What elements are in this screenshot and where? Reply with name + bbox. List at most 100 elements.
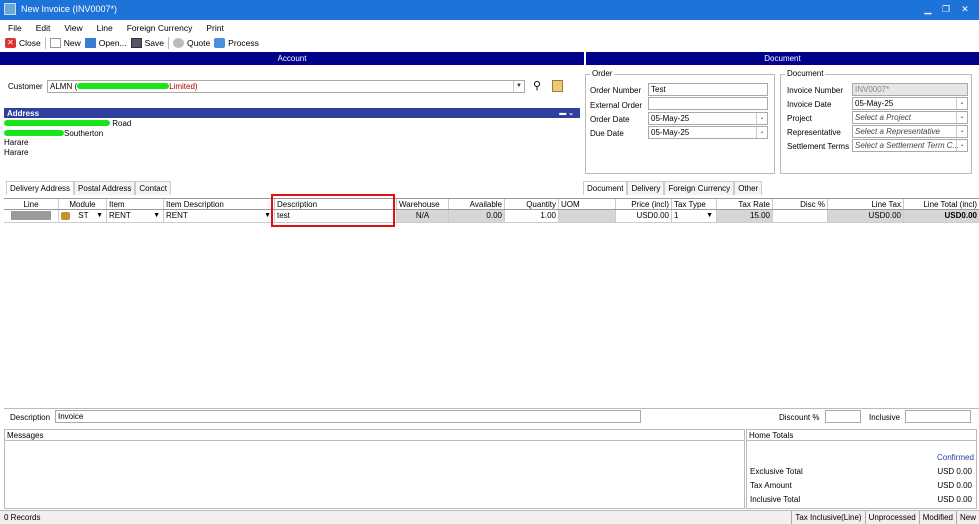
col-uom[interactable]: UOM [559, 199, 616, 209]
inclusive-total-label: Inclusive Total [750, 495, 801, 504]
customer-input[interactable]: ALMN (Limited) ▼ [47, 80, 525, 93]
table-row[interactable]: ST ▼ RENT ▼ RENT ▼ test N/A 0.00 1.00 US… [4, 210, 979, 223]
tab-other[interactable]: Other [734, 181, 763, 195]
exclusive-total-label: Exclusive Total [750, 467, 803, 476]
save-icon [130, 38, 142, 48]
messages-panel: Messages [4, 429, 745, 509]
cell-price[interactable]: USD0.00 [616, 210, 672, 222]
menu-foreign-currency[interactable]: Foreign Currency [127, 23, 193, 33]
representative-select[interactable]: Select a Representative ⌄ [852, 125, 968, 138]
col-line-total[interactable]: Line Total (incl) [904, 199, 979, 209]
col-module[interactable]: Module [59, 199, 107, 209]
records-count: 0 Records [4, 513, 41, 522]
customer-label: Customer [8, 82, 43, 91]
col-line-tax[interactable]: Line Tax [828, 199, 904, 209]
chevron-down-icon[interactable]: ⌄ [956, 140, 967, 151]
cell-line [4, 210, 59, 222]
save-button[interactable]: Save [130, 38, 168, 48]
close-icon: ✕ [5, 38, 16, 48]
col-item-description[interactable]: Item Description [164, 199, 275, 209]
search-icon[interactable]: ⚲ [533, 80, 545, 92]
redacted-mask [77, 83, 170, 89]
chevron-down-icon[interactable]: ⌄ [956, 112, 967, 123]
footer-description-label: Description [10, 413, 51, 422]
cell-uom [559, 210, 616, 222]
footer-description-input[interactable]: Invoice [55, 410, 641, 423]
discount-label: Discount % [779, 413, 820, 422]
col-quantity[interactable]: Quantity [505, 199, 559, 209]
external-order-input[interactable] [648, 97, 768, 110]
cell-module[interactable]: ST ▼ [59, 210, 107, 222]
col-description[interactable]: Description [275, 199, 397, 209]
toolbar-separator [168, 37, 170, 49]
due-date-input[interactable]: 05-May-25 ⌄ [648, 126, 768, 139]
chevron-down-icon[interactable]: ▼ [96, 211, 103, 221]
chevron-down-icon[interactable]: ▼ [706, 211, 713, 221]
menu-edit[interactable]: Edit [36, 23, 51, 33]
open-button[interactable]: Open... [84, 38, 131, 48]
cell-tax-type[interactable]: 1 ▼ [672, 210, 717, 222]
settlement-terms-select[interactable]: Select a Settlement Term C... ⌄ [852, 139, 968, 152]
chevron-down-icon[interactable]: ▼ [264, 211, 271, 221]
tab-contact[interactable]: Contact [135, 181, 171, 195]
module-icon [61, 211, 70, 220]
chevron-down-icon[interactable]: ⌄ [956, 126, 967, 137]
col-price[interactable]: Price (incl) [616, 199, 672, 209]
tab-delivery[interactable]: Delivery [627, 181, 665, 195]
new-button[interactable]: New [49, 38, 85, 48]
cell-item[interactable]: RENT ▼ [107, 210, 164, 222]
document-group-title: Document [785, 69, 826, 78]
close-button[interactable]: ✕ Close [5, 38, 45, 48]
col-tax-type[interactable]: Tax Type [672, 199, 717, 209]
tab-delivery-address[interactable]: Delivery Address [6, 181, 75, 195]
restore-icon[interactable]: ❐ [938, 3, 954, 16]
redacted-mask [4, 120, 110, 126]
account-section-bar: Account [0, 52, 584, 65]
quote-icon [173, 38, 185, 48]
menu-file[interactable]: File [8, 23, 22, 33]
chevron-down-icon[interactable]: ▼ [153, 211, 160, 221]
menu-print[interactable]: Print [206, 23, 223, 33]
discount-input[interactable] [825, 410, 861, 423]
col-item[interactable]: Item [107, 199, 164, 209]
col-warehouse[interactable]: Warehouse [397, 199, 449, 209]
cell-item-description[interactable]: RENT ▼ [164, 210, 275, 222]
inclusive-input[interactable] [905, 410, 971, 423]
project-select[interactable]: Select a Project ⌄ [852, 111, 968, 124]
tab-postal-address[interactable]: Postal Address [74, 181, 136, 195]
col-disc[interactable]: Disc % [773, 199, 828, 209]
customer-card-icon[interactable] [552, 80, 563, 92]
close-window-icon[interactable]: ✕ [957, 3, 973, 16]
collapse-icon[interactable]: ▬ ⌄ [559, 108, 574, 119]
col-available[interactable]: Available [449, 199, 505, 209]
col-tax-rate[interactable]: Tax Rate [717, 199, 773, 209]
grid-header: Line Module Item Item Description Descri… [4, 198, 979, 210]
chevron-down-icon[interactable]: ⌄ [756, 113, 767, 124]
menu-view[interactable]: View [64, 23, 82, 33]
tab-document[interactable]: Document [583, 181, 628, 195]
cell-disc[interactable] [773, 210, 828, 222]
cell-description[interactable]: test [275, 210, 397, 222]
invoice-number-input: INV0007* [852, 83, 968, 96]
chevron-down-icon[interactable]: ⌄ [956, 98, 967, 109]
tab-foreign-currency[interactable]: Foreign Currency [664, 181, 735, 195]
minimize-icon[interactable]: ▁ [920, 3, 936, 16]
order-number-input[interactable]: Test [648, 83, 768, 96]
col-line[interactable]: Line [4, 199, 59, 209]
process-button[interactable]: Process [214, 38, 263, 48]
status-bar: 0 Records Tax Inclusive(Line) Unprocesse… [0, 510, 979, 524]
menu-line[interactable]: Line [97, 23, 113, 33]
chevron-down-icon[interactable]: ⌄ [756, 127, 767, 138]
invoice-date-input[interactable]: 05-May-25 ⌄ [852, 97, 968, 110]
tax-amount-value: USD 0.00 [937, 481, 972, 490]
window-title: New Invoice (INV0007*) [21, 4, 118, 14]
toolbar: ✕ Close New Open... Save Quote Process [0, 35, 979, 51]
order-date-input[interactable]: 05-May-25 ⌄ [648, 112, 768, 125]
chevron-down-icon[interactable]: ▼ [513, 81, 524, 92]
invoice-number-label: Invoice Number [787, 86, 844, 95]
cell-line-total: USD0.00 [904, 210, 979, 222]
cell-quantity[interactable]: 1.00 [505, 210, 559, 222]
project-label: Project [787, 114, 812, 123]
quote-button[interactable]: Quote [173, 38, 214, 48]
external-order-label: External Order [590, 101, 643, 110]
